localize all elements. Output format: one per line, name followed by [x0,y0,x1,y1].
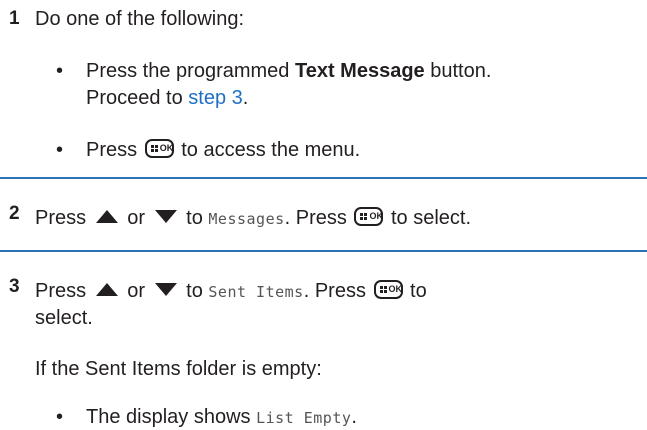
text: to [404,280,427,302]
up-arrow-icon [95,283,118,296]
menu-ok-key-icon: OK [144,139,174,158]
menu-ok-key-icon: OK [354,207,384,226]
text: Press [35,207,92,229]
menu-ok-key-icon: OK [373,280,403,299]
text: . [351,406,357,428]
text: . [242,87,249,109]
text: to [180,280,209,302]
text: The display shows [86,406,257,428]
sent-items-menu-item: Sent Items [208,283,304,301]
text: Press the programmed [86,60,295,82]
text-message-button-name: Text Message [294,60,425,82]
text: to [180,207,209,229]
instruction-page: 1 Do one of the following: • Press the p… [0,0,647,428]
step-3-number: 3 [9,276,20,297]
text: to select. [385,207,472,229]
step-2-text: Press or to Messages. Press OK to select… [35,206,471,231]
text: or [121,280,151,302]
list-empty-display-text: List Empty [256,409,352,427]
text: . Press [303,280,372,302]
step-3-link[interactable]: step 3 [188,87,242,109]
step-2-number: 2 [9,203,20,224]
text: to access the menu. [175,139,361,161]
step-1-number: 1 [9,8,20,29]
step-3-line-2: select. [35,307,93,329]
text: Press [86,139,143,161]
step-1-bullet-2: Press OK to access the menu. [86,138,360,162]
step-3-line-1: Press or to Sent Items. Press OK to [35,279,427,304]
step-1-intro: Do one of the following: [35,8,245,30]
text: Press [35,280,92,302]
bullet-marker: • [56,139,64,161]
step-divider [0,177,647,179]
text: button. [424,60,492,82]
bullet-marker: • [56,60,64,82]
up-arrow-icon [95,210,118,223]
bullet-marker: • [56,406,64,428]
step-1-bullet-1-line-1: Press the programmed Text Message button… [86,59,491,83]
text: or [121,207,151,229]
step-1-bullet-1-line-2: Proceed to step 3. [86,86,248,110]
text: . Press [284,207,353,229]
down-arrow-icon [154,283,177,296]
step-3-condition: If the Sent Items folder is empty: [35,358,322,380]
text: Proceed to [86,87,189,109]
step-3-bullet: The display shows List Empty. [86,405,357,430]
down-arrow-icon [154,210,177,223]
step-divider [0,250,647,252]
messages-menu-item: Messages [208,210,285,228]
